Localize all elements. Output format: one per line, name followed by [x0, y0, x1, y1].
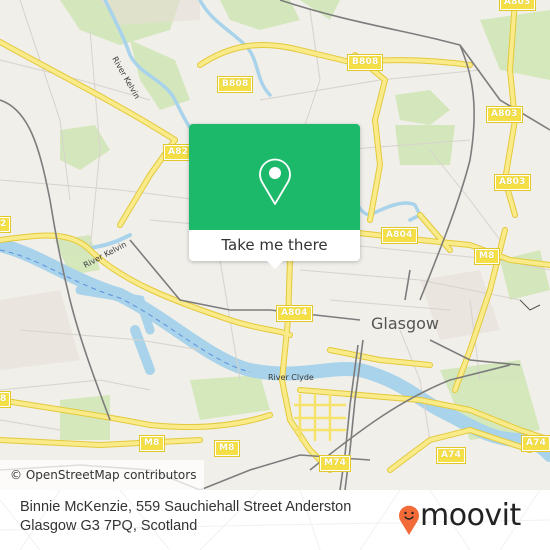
misc-feature: [519, 299, 541, 311]
city-label-glasgow: Glasgow: [371, 314, 440, 333]
road-shield-a74-east: A74: [520, 435, 550, 452]
place-address: Binnie McKenzie, 559 Sauchiehall Street …: [20, 498, 400, 536]
road-shield-a804-west: A804: [276, 305, 313, 322]
popup-header: [189, 124, 360, 230]
road-shield-a803-lower: A803: [494, 174, 531, 191]
river-clyde-label: River Clyde: [268, 373, 314, 382]
road-shield-a82-edge: 2: [0, 216, 12, 233]
road-shield-a803-mid: A803: [486, 106, 523, 123]
popup-pointer: [267, 261, 283, 269]
road-shield-a8-edge: 8: [0, 391, 12, 408]
road-shield-m8-east: M8: [474, 248, 500, 265]
road-shield-m74: M74: [318, 455, 352, 472]
address-line-1: Binnie McKenzie, 559 Sauchiehall Street …: [20, 499, 352, 515]
footer: Binnie McKenzie, 559 Sauchiehall Street …: [0, 490, 550, 550]
take-me-there-popup[interactable]: Take me there: [189, 124, 360, 269]
road-shield-a74-west: A74: [435, 447, 467, 464]
moovit-wordmark: moovit: [420, 498, 521, 533]
road-shield-m8-south: M8: [214, 440, 240, 457]
map-attribution[interactable]: © OpenStreetMap contributors: [0, 460, 205, 490]
location-pin-icon: [259, 158, 291, 205]
map-canvas[interactable]: B808 B808 A82 A803 A803 A803 A804 A804 M…: [0, 0, 550, 490]
moovit-logo[interactable]: moovit: [398, 496, 538, 540]
road-shield-a804-east: A804: [381, 227, 418, 244]
road-shield-b808-west: B808: [216, 76, 254, 93]
take-me-there-button[interactable]: Take me there: [189, 230, 360, 261]
road-shield-m8-southwest: M8: [139, 435, 165, 452]
road-shield-b808-east: B808: [346, 54, 384, 71]
road-shield-a803-top: A803: [499, 0, 536, 11]
address-line-2: Glasgow G3 7PQ, Scotland: [20, 518, 198, 534]
moovit-pin-icon: [399, 505, 419, 535]
road-shield-a82: A82: [162, 144, 194, 161]
